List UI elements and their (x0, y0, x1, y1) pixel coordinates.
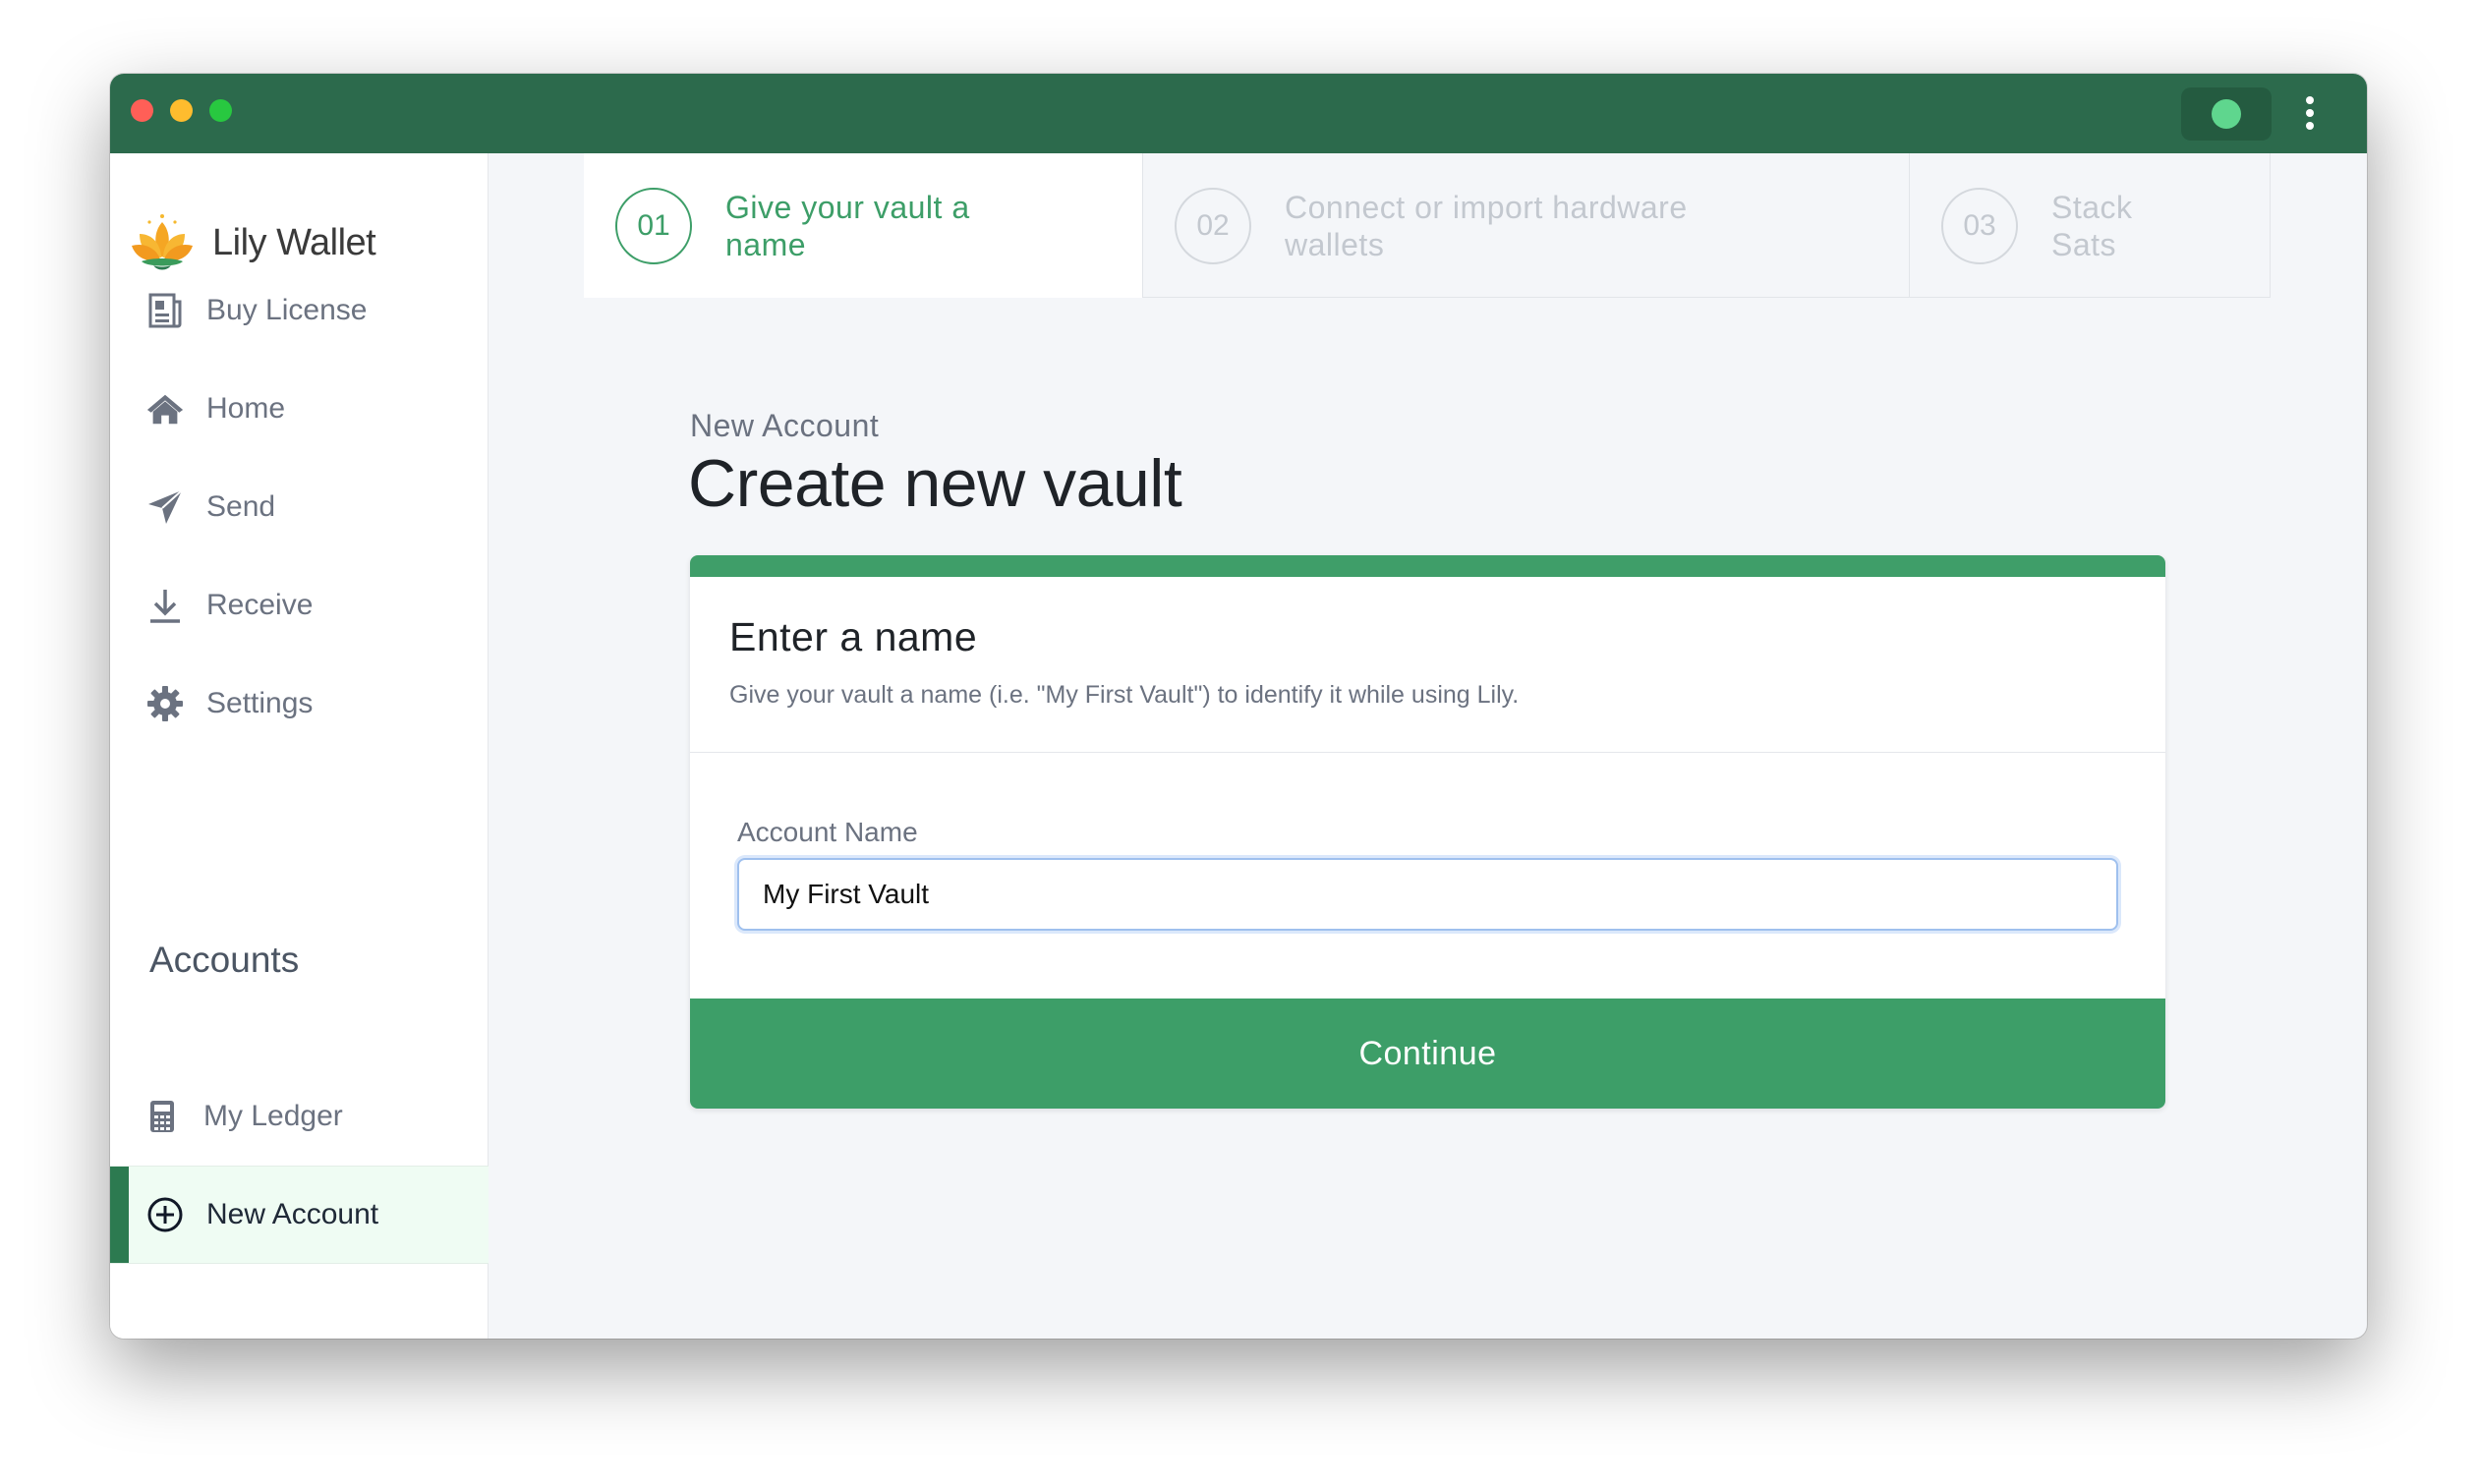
receipt-icon (145, 291, 185, 330)
download-icon (145, 586, 185, 625)
sidebar-item-settings[interactable]: Settings (110, 655, 489, 753)
step-2[interactable]: 02 Connect or import hardware wallets (1143, 153, 1910, 298)
step-3[interactable]: 03 Stack Sats (1910, 153, 2270, 298)
step-number: 02 (1175, 187, 1251, 264)
progress-stepper: 01 Give your vault a name 02 Connect or … (584, 153, 2271, 298)
card-accent-bar (690, 555, 2165, 577)
sidebar-item-label: Receive (206, 589, 314, 621)
divider (690, 752, 2165, 753)
sidebar-item-label: New Account (206, 1198, 379, 1230)
sidebar-item-label: My Ledger (203, 1100, 343, 1132)
plus-circle-icon (145, 1195, 185, 1234)
form-title: Enter a name (729, 614, 978, 659)
online-dot-icon (2212, 99, 2241, 129)
gear-icon (145, 684, 185, 723)
sidebar-item-send[interactable]: Send (110, 458, 489, 556)
step-label: Give your vault a name (725, 189, 970, 262)
home-icon (145, 389, 185, 428)
continue-button[interactable]: Continue (690, 999, 2165, 1109)
page-title: Create new vault (688, 446, 1182, 521)
calculator-icon (143, 1097, 182, 1136)
form-description: Give your vault a name (i.e. "My First V… (729, 681, 1520, 709)
sidebar: Lily Wallet Buy License Home Send Receiv… (110, 153, 489, 1339)
account-name-input[interactable] (737, 858, 2118, 931)
sidebar-item-new-account[interactable]: New Account (110, 1166, 489, 1264)
accounts-header: Accounts (149, 940, 300, 980)
vault-name-form: Enter a name Give your vault a name (i.e… (690, 555, 2165, 1109)
page-subtitle: New Account (690, 408, 880, 443)
sidebar-item-home[interactable]: Home (110, 360, 489, 458)
paper-plane-icon (145, 487, 185, 527)
minimize-window-button[interactable] (170, 99, 193, 122)
app-window: Lily Wallet Buy License Home Send Receiv… (110, 74, 2367, 1339)
sidebar-item-label: Home (206, 392, 286, 425)
account-name-label: Account Name (737, 817, 918, 847)
step-label: Connect or import hardware wallets (1285, 189, 1688, 262)
maximize-window-button[interactable] (209, 99, 232, 122)
step-number: 01 (615, 187, 692, 264)
step-label: Stack Sats (2051, 189, 2133, 262)
sidebar-item-label: Settings (206, 687, 314, 719)
sidebar-item-label: Buy License (206, 294, 368, 326)
connection-status[interactable] (2181, 87, 2272, 141)
sidebar-item-label: Send (206, 490, 276, 523)
step-number: 03 (1941, 187, 2018, 264)
kebab-menu-icon[interactable] (2300, 96, 2320, 132)
sidebar-item-buy-license[interactable]: Buy License (110, 261, 489, 360)
sidebar-item-receive[interactable]: Receive (110, 556, 489, 655)
sidebar-item-my-ledger[interactable]: My Ledger (110, 1067, 489, 1166)
app-name: Lily Wallet (212, 221, 376, 263)
step-1[interactable]: 01 Give your vault a name (584, 153, 1143, 298)
close-window-button[interactable] (131, 99, 153, 122)
title-bar (110, 74, 2367, 153)
